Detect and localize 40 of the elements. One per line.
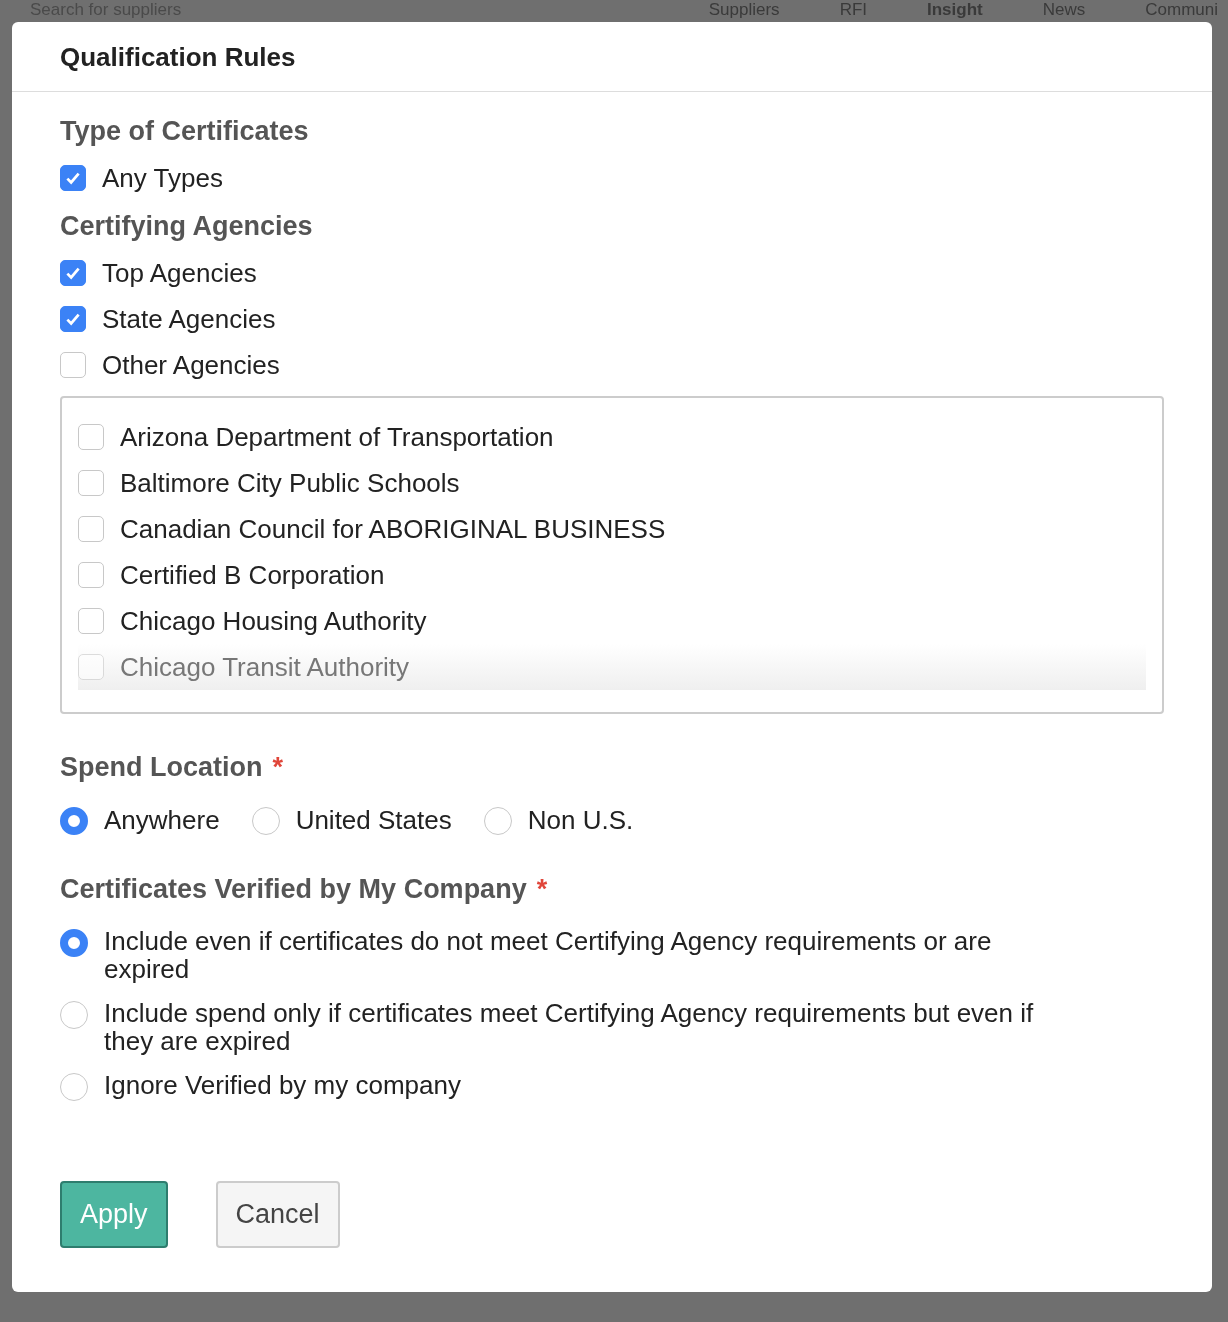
option-label: Baltimore City Public Schools [120, 467, 460, 499]
checkbox[interactable] [60, 352, 86, 378]
section-heading: Type of Certificates [60, 116, 310, 147]
required-mark: * [536, 874, 548, 905]
option-label: Include spend only if certificates meet Certifying Agency requirements but even if they are expired [104, 999, 1035, 1055]
option-label: Arizona Department of Transportation [120, 421, 554, 453]
option-label: Canadian Council for ABORIGINAL BUSINESS [120, 513, 666, 545]
checkbox[interactable] [60, 260, 86, 286]
radio-button[interactable] [60, 1001, 88, 1029]
radio-button[interactable] [60, 1073, 88, 1101]
option-label: Top Agencies [102, 257, 257, 289]
checkbox[interactable] [78, 516, 104, 542]
checkbox[interactable] [60, 165, 86, 191]
option-label: Any Types [102, 162, 223, 194]
apply-button[interactable]: Apply [60, 1181, 168, 1248]
checkbox[interactable] [60, 306, 86, 332]
cancel-button[interactable]: Cancel [215, 1181, 340, 1248]
section-heading: Certifying Agencies [60, 211, 314, 242]
checkbox[interactable] [78, 608, 104, 634]
checkbox[interactable] [78, 562, 104, 588]
option-label: Other Agencies [102, 349, 280, 381]
checkbox[interactable] [78, 470, 104, 496]
radio-button[interactable] [483, 806, 512, 835]
option-label: Chicago Housing Authority [120, 605, 427, 637]
option-label: United States [295, 805, 452, 836]
option-label: Non U.S. [527, 805, 634, 836]
radio-button[interactable] [60, 806, 88, 835]
option-label: Include even if certificates do not meet Certifying Agency requirements or are expired [104, 927, 993, 983]
checkbox[interactable] [78, 424, 104, 450]
required-mark: * [272, 752, 283, 783]
option-label: Chicago Transit Authority [120, 651, 410, 683]
option-label: Anywhere [104, 805, 220, 836]
radio-button[interactable] [251, 806, 280, 835]
option-label: Ignore Verified by my company [104, 1071, 461, 1099]
section-heading: Spend Location [60, 752, 263, 783]
option-label: Certified B Corporation [120, 559, 385, 591]
section-heading: Certificates Verified by My Company [60, 874, 527, 905]
radio-button[interactable] [60, 929, 88, 957]
option-label: State Agencies [102, 303, 276, 335]
dialog-title: Qualification Rules [60, 42, 297, 73]
